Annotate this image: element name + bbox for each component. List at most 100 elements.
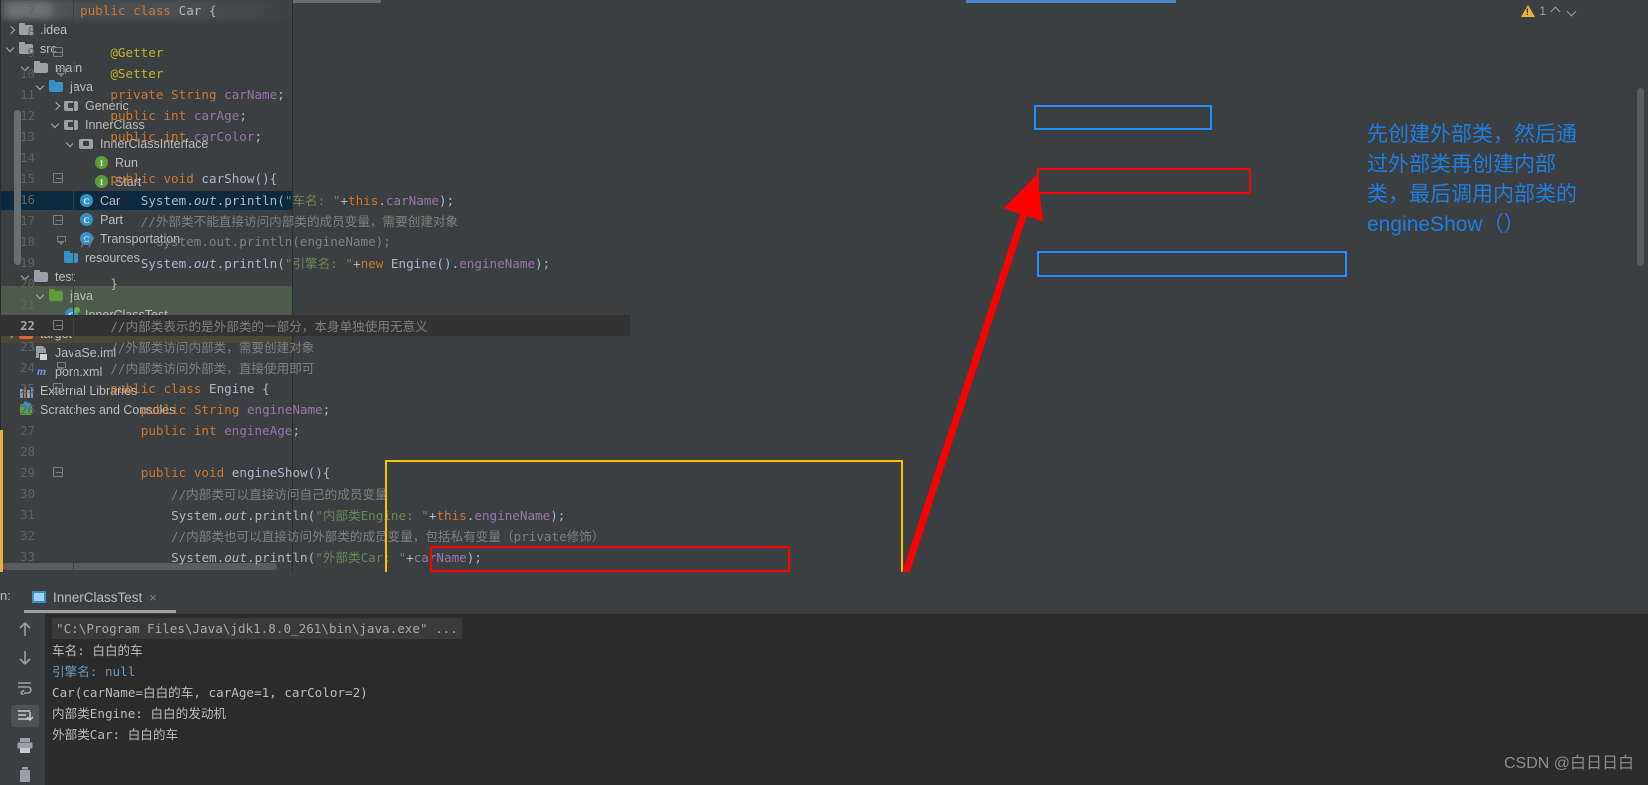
code-line[interactable]: 29 public void engineShow(){ xyxy=(0,462,630,483)
gutter[interactable] xyxy=(44,441,74,462)
editor-left-code[interactable]: 7 public class Car {8 9 @Getter 10 @Setter 1… xyxy=(0,0,630,588)
line-number: 11 xyxy=(20,87,35,102)
code-line[interactable]: 30 //内部类可以直接访问自己的成员变量 xyxy=(0,483,630,504)
code-line[interactable]: 32 //内部类也可以直接访问外部类的成员变量，包括私有变量（private修饰… xyxy=(0,525,630,546)
scroll-to-end-icon[interactable] xyxy=(11,705,39,727)
code-line[interactable]: 7 public class Car { xyxy=(0,0,630,21)
code-line[interactable]: 11 private String carName; xyxy=(0,84,630,105)
indent-guide xyxy=(73,378,74,399)
code-line[interactable]: 28 xyxy=(0,441,630,462)
code-line[interactable]: 9 @Getter xyxy=(0,42,630,63)
code-line[interactable]: 15 public void carShow(){ xyxy=(0,168,630,189)
code-line[interactable]: 14 xyxy=(0,147,630,168)
code-line[interactable]: 33 System.out.println("外部类Car: "+carName… xyxy=(0,546,630,567)
code-text: public void engineShow(){ xyxy=(140,465,331,480)
code-line[interactable]: 13 public int carColor; xyxy=(0,126,630,147)
code-line[interactable]: 27 public int engineAge; xyxy=(0,420,630,441)
fold-marker-icon[interactable] xyxy=(53,383,63,393)
editor-right-vertical-scrollbar[interactable] xyxy=(14,110,21,265)
print-icon[interactable] xyxy=(11,734,39,756)
line-number: 17 xyxy=(20,213,35,228)
run-tab-innerclasstest[interactable]: InnerClassTest × xyxy=(26,584,163,610)
code-line[interactable]: 26 public String engineName; xyxy=(0,399,630,420)
vcs-change-marker xyxy=(0,430,3,590)
gutter[interactable] xyxy=(44,252,74,273)
fold-marker-icon[interactable] xyxy=(53,173,63,183)
indent-guide xyxy=(73,0,74,21)
arrow-down-icon[interactable] xyxy=(11,647,39,669)
fold-comment-icon[interactable] xyxy=(57,236,67,246)
editor-left-vertical-scrollbar[interactable] xyxy=(1637,88,1644,266)
highlight-box-setcarname xyxy=(1037,168,1251,194)
code-line[interactable]: 12 public int carAge; xyxy=(0,105,630,126)
code-line[interactable]: 18 // System.out.println(engineName); xyxy=(0,231,630,252)
gutter[interactable] xyxy=(44,210,74,231)
code-text: public int carAge; xyxy=(110,108,247,123)
gutter[interactable] xyxy=(44,546,74,567)
gutter[interactable] xyxy=(44,378,74,399)
gutter[interactable] xyxy=(44,462,74,483)
code-text: public void carShow(){ xyxy=(110,171,278,186)
gutter[interactable] xyxy=(44,231,74,252)
arrow-up-icon[interactable] xyxy=(11,618,39,640)
code-line[interactable]: 24 //内部类访问外部类，直接使用即可 xyxy=(0,357,630,378)
gutter[interactable] xyxy=(44,105,74,126)
console-output[interactable]: "C:\Program Files\Java\jdk1.8.0_261\bin\… xyxy=(45,614,1648,785)
code-line[interactable]: 21 xyxy=(0,294,630,315)
code-line[interactable]: 22 //内部类表示的是外部类的一部分，本身单独使用无意义 xyxy=(0,315,630,336)
gutter[interactable] xyxy=(44,147,74,168)
gutter[interactable] xyxy=(44,21,74,42)
gutter[interactable] xyxy=(44,315,74,336)
fold-end-icon[interactable] xyxy=(57,68,67,78)
code-line[interactable]: 31 System.out.println("内部类Engine: "+this… xyxy=(0,504,630,525)
fold-marker-icon[interactable] xyxy=(53,467,63,477)
console-line: 外部类Car: 白白的车 xyxy=(52,727,179,742)
gutter[interactable] xyxy=(44,63,74,84)
code-line[interactable]: 8 xyxy=(0,21,630,42)
gutter[interactable] xyxy=(44,420,74,441)
fold-end-icon[interactable] xyxy=(57,362,67,372)
gutter[interactable] xyxy=(44,189,74,210)
line-number: 14 xyxy=(20,150,35,165)
gutter[interactable] xyxy=(44,483,74,504)
gutter[interactable] xyxy=(44,504,74,525)
gutter[interactable] xyxy=(44,168,74,189)
fold-marker-icon[interactable] xyxy=(53,320,63,330)
note-line-2: 过外部类再创建内部 xyxy=(1367,153,1556,176)
code-line[interactable]: 23 //外部类访问内部类，需要创建对象 xyxy=(0,336,630,357)
gutter[interactable] xyxy=(44,399,74,420)
fold-marker-icon[interactable] xyxy=(53,215,63,225)
next-problem-icon[interactable] xyxy=(1566,5,1578,17)
indent-guide xyxy=(73,210,74,231)
trash-icon[interactable] xyxy=(11,763,39,785)
run-tool-window[interactable]: n: InnerClassTest × "C:\Program Files\Ja… xyxy=(0,572,1648,785)
previous-problem-icon[interactable] xyxy=(1550,5,1562,17)
code-line[interactable]: 10 @Setter xyxy=(0,63,630,84)
code-line[interactable]: 17 //外部类不能直接访问内部类的成员变量，需要创建对象 xyxy=(0,210,630,231)
gutter[interactable] xyxy=(44,273,74,294)
fold-marker-icon[interactable] xyxy=(53,47,63,57)
indent-guide xyxy=(73,336,74,357)
code-line[interactable]: 20 } xyxy=(0,273,630,294)
inspection-status[interactable]: 1 xyxy=(1521,4,1578,18)
gutter[interactable] xyxy=(44,525,74,546)
gutter[interactable] xyxy=(44,336,74,357)
gutter[interactable] xyxy=(44,42,74,63)
gutter[interactable] xyxy=(44,0,74,21)
code-line[interactable]: 16 System.out.println("车名: "+this.carNam… xyxy=(0,189,630,210)
code-line[interactable]: 25 public class Engine { xyxy=(0,378,630,399)
soft-wrap-icon[interactable] xyxy=(11,676,39,698)
code-text: //内部类可以直接访问自己的成员变量 xyxy=(80,487,388,502)
editor-car-java[interactable]: 7 public class Car {8 9 @Getter 10 @Setter 1… xyxy=(0,0,1644,776)
gutter[interactable] xyxy=(44,126,74,147)
gutter[interactable] xyxy=(44,294,74,315)
code-text: public int carColor; xyxy=(110,129,263,144)
gutter[interactable] xyxy=(44,84,74,105)
code-line[interactable]: 19 System.out.println("引擎名: "+new Engine… xyxy=(0,252,630,273)
gutter[interactable] xyxy=(44,357,74,378)
indent-guide xyxy=(73,357,74,378)
editor-splitter[interactable] xyxy=(960,0,966,590)
line-number: 29 xyxy=(20,465,35,480)
close-icon[interactable]: × xyxy=(149,590,157,605)
run-toolbar[interactable] xyxy=(5,614,45,785)
